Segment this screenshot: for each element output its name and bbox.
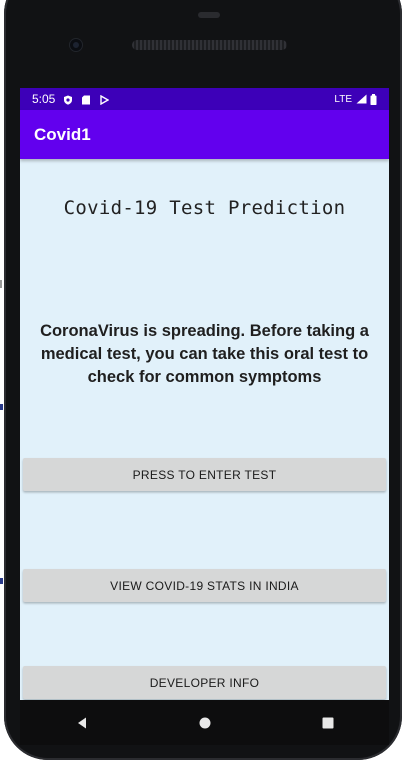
recents-icon[interactable] xyxy=(313,708,343,738)
status-bar: 5:05 LTE xyxy=(20,88,389,110)
edge-mark xyxy=(0,404,3,410)
status-time: 5:05 xyxy=(32,92,56,106)
home-icon[interactable] xyxy=(190,708,220,738)
edge-mark xyxy=(0,280,2,288)
edge-mark xyxy=(0,578,3,584)
status-left: 5:05 xyxy=(32,92,110,106)
play-icon xyxy=(99,94,110,106)
screen: 5:05 LTE Covid1 Covid-19 Test Prediction xyxy=(20,88,389,706)
network-type: LTE xyxy=(334,93,352,105)
signal-icon xyxy=(356,94,367,104)
earpiece-speaker xyxy=(132,40,287,50)
back-icon[interactable] xyxy=(67,708,97,738)
sd-card-icon xyxy=(81,94,91,105)
covid-stats-button[interactable]: VIEW COVID-19 STATS IN INDIA xyxy=(23,569,386,602)
top-notch xyxy=(198,12,220,18)
shield-icon xyxy=(63,94,73,105)
status-right: LTE xyxy=(334,93,377,105)
navigation-bar xyxy=(20,700,389,745)
app-bar: Covid1 xyxy=(20,110,389,159)
developer-info-button[interactable]: DEVELOPER INFO xyxy=(23,666,386,699)
enter-test-button[interactable]: PRESS TO ENTER TEST xyxy=(23,458,386,491)
battery-icon xyxy=(370,93,377,105)
page-title: Covid-19 Test Prediction xyxy=(63,197,346,219)
info-message: CoronaVirus is spreading. Before taking … xyxy=(40,322,369,386)
app-title: Covid1 xyxy=(34,124,91,144)
front-camera xyxy=(70,39,82,51)
main-content: Covid-19 Test Prediction CoronaVirus is … xyxy=(20,159,389,706)
